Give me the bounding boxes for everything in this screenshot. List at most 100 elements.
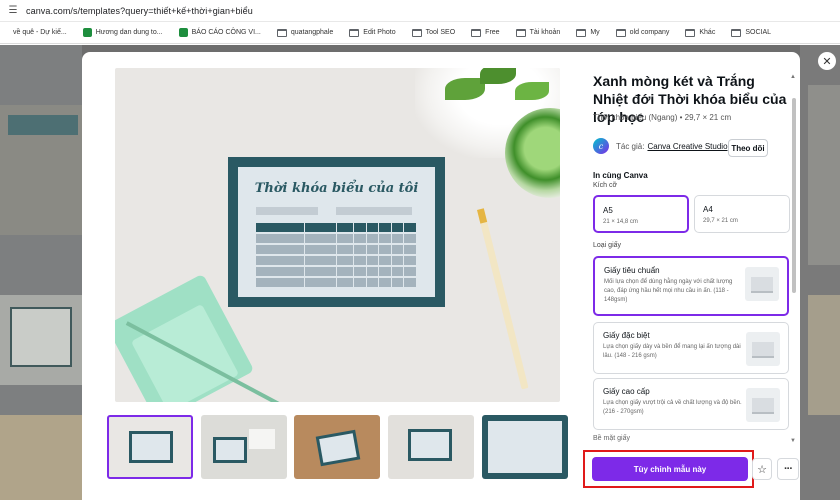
author-link[interactable]: Canva Creative Studio: [647, 142, 727, 151]
url-text[interactable]: canva.com/s/templates?query=thiết+kế+thờ…: [26, 6, 253, 16]
customize-template-button[interactable]: Tùy chỉnh mẫu này: [592, 457, 748, 481]
folder-icon: [471, 28, 482, 37]
thumbnail-schedule: [132, 434, 170, 460]
bookmark-item[interactable]: BÁO CÁO CÔNG VI...: [178, 28, 261, 37]
thumbnail-1[interactable]: [107, 415, 193, 479]
size-dimensions: 29,7 × 21 cm: [703, 218, 738, 224]
paper-option-premium[interactable]: Giấy cao cấp Lựa chọn giấy vượt trội cả …: [593, 378, 789, 430]
background-template-card: [808, 295, 840, 415]
schedule-row: [256, 278, 417, 287]
template-subtitle: Thời khóa biểu (Ngang) • 29,7 × 21 cm: [593, 113, 732, 122]
bookmark-item[interactable]: Hương dan dung to...: [82, 28, 163, 37]
folder-icon: [615, 28, 626, 37]
bookmark-item[interactable]: old company: [615, 28, 669, 37]
schedule-sheet: Thời khóa biểu của tôi: [238, 167, 435, 297]
bookmark-label: Khác: [699, 29, 716, 36]
background-template-card: [10, 307, 72, 367]
background-template-column: [800, 45, 840, 500]
paper-option-special[interactable]: Giấy đặc biệt Lựa chọn giấy dày và bền đ…: [593, 322, 789, 374]
page-icon: [0, 28, 9, 37]
schedule-row: [256, 256, 417, 265]
sheets-icon: [82, 28, 92, 37]
print-heading: In cùng Canva: [593, 171, 648, 180]
bookmark-label: BÁO CÁO CÔNG VI...: [191, 29, 261, 36]
paper-description: Lựa chọn giấy vượt trội cả về chất lượng…: [603, 400, 742, 415]
folder-icon: [685, 28, 696, 37]
bookmark-item[interactable]: Tài khoản: [515, 28, 561, 37]
bookmark-label: SOCIAL: [745, 29, 772, 36]
thumbnail-schedule: [488, 421, 562, 473]
paper-description: Lựa chọn giấy dày và bền để mang lại ấn …: [603, 344, 741, 359]
thumbnail-paper: [249, 429, 275, 449]
pencil-tip-image: [477, 208, 488, 224]
schedule-row: [256, 267, 417, 276]
sheets-icon: [178, 28, 188, 37]
thumbnail-schedule: [216, 440, 244, 460]
schedule-row: [256, 234, 417, 243]
bookmark-item[interactable]: Edit Photo: [349, 28, 396, 37]
background-template-card: [808, 85, 840, 265]
paper-description: Mối lựa chọn để dùng hằng ngày với chất …: [604, 279, 733, 303]
leaf-decoration: [445, 78, 485, 100]
author-label: Tác giả:: [616, 141, 645, 151]
size-dimensions: 21 × 14,8 cm: [603, 219, 638, 225]
close-icon[interactable]: ✕: [818, 52, 836, 70]
folder-icon: [276, 28, 287, 37]
background-template-card: [0, 415, 82, 500]
size-name: A4: [703, 205, 713, 214]
background-template-column: [0, 45, 82, 500]
bookmark-label: quatangphale: [290, 29, 334, 36]
paper-sample-image: [746, 332, 780, 366]
paper-label: Loại giấy: [593, 242, 622, 249]
star-icon[interactable]: ☆: [752, 458, 772, 480]
paper-sample-image: [746, 388, 780, 422]
bookmark-item[interactable]: Khác: [685, 28, 716, 37]
schedule-header-row: [256, 223, 417, 232]
size-option-a5[interactable]: A5 21 × 14,8 cm: [593, 195, 689, 233]
folder-icon: [515, 28, 526, 37]
address-bar[interactable]: ☰ canva.com/s/templates?query=thiết+kế+t…: [0, 0, 840, 22]
author-row: c Tác giả: Canva Creative Studio: [593, 138, 728, 154]
size-label: Kích cỡ: [593, 182, 618, 189]
bookmark-label: về quê - Dự kiế...: [13, 29, 67, 36]
bookmark-label: Tài khoản: [529, 29, 561, 36]
schedule-card: Thời khóa biểu của tôi: [228, 157, 445, 307]
thumbnail-schedule: [411, 432, 449, 458]
leaf-decoration: [515, 82, 549, 100]
size-option-a4[interactable]: A4 29,7 × 21 cm: [694, 195, 790, 233]
schedule-field: [336, 207, 412, 215]
thumbnail-2[interactable]: [201, 415, 287, 479]
bookmark-item[interactable]: quatangphale: [276, 28, 334, 37]
folder-icon: [411, 28, 422, 37]
site-settings-icon[interactable]: ☰: [6, 4, 20, 18]
canva-logo-icon[interactable]: c: [593, 138, 609, 154]
folder-icon: [576, 28, 587, 37]
thumbnail-4[interactable]: [388, 415, 474, 479]
pencil-image: [477, 208, 529, 390]
schedule-title: Thời khóa biểu của tôi: [254, 181, 419, 196]
scroll-down-icon[interactable]: ▼: [790, 438, 796, 444]
bookmark-item[interactable]: Tool SEO: [411, 28, 456, 37]
size-name: A5: [603, 206, 613, 215]
bookmark-label: My: [590, 29, 600, 36]
thumbnail-3[interactable]: [294, 415, 380, 479]
bookmark-label: Edit Photo: [363, 29, 396, 36]
folder-icon: [731, 28, 742, 37]
bookmark-item[interactable]: về quê - Dự kiế...: [0, 28, 67, 37]
bookmark-item[interactable]: My: [576, 28, 600, 37]
bookmark-label: Free: [485, 29, 500, 36]
paper-surface-label: Bề mặt giấy: [593, 435, 630, 442]
follow-button[interactable]: Theo dõi: [728, 139, 768, 157]
schedule-row: [256, 245, 417, 254]
bookmark-label: Tool SEO: [425, 29, 456, 36]
paper-sample-image: [745, 267, 779, 301]
folder-icon: [349, 28, 360, 37]
bookmark-item[interactable]: Free: [471, 28, 500, 37]
bookmark-label: Hương dan dung to...: [95, 29, 163, 36]
bookmark-item[interactable]: SOCIAL: [731, 28, 772, 37]
scrollbar-thumb[interactable]: [792, 98, 796, 293]
more-icon[interactable]: ···: [777, 458, 799, 480]
schedule-field: [256, 207, 318, 215]
paper-option-standard[interactable]: Giấy tiêu chuẩn Mối lựa chọn để dùng hằn…: [593, 256, 789, 316]
thumbnail-5[interactable]: [482, 415, 568, 479]
